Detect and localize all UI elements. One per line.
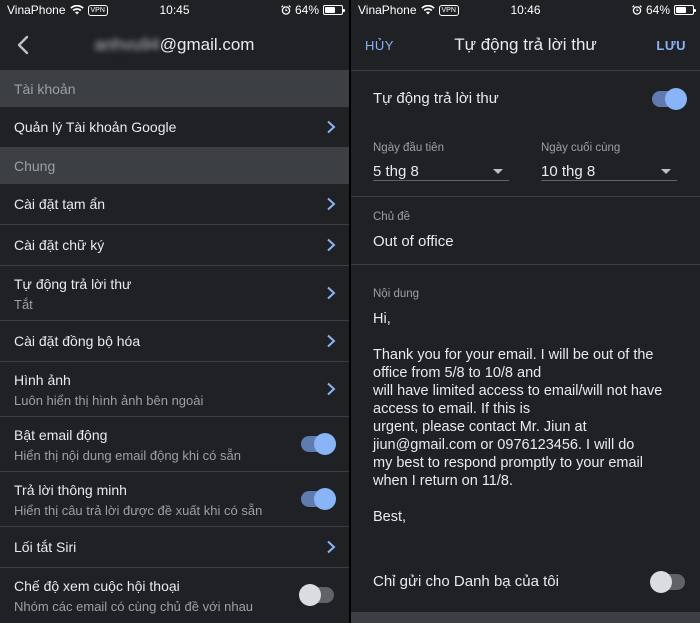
item-title: Cài đặt đồng bộ hóa	[14, 333, 141, 349]
alarm-icon	[281, 5, 291, 15]
contacts-only-toggle[interactable]	[650, 571, 685, 593]
auto-reply-toggle[interactable]	[652, 88, 687, 110]
chevron-right-icon	[327, 120, 336, 134]
body-blank-line	[373, 328, 693, 346]
settings-screen: VinaPhone VPN 10:45 64% anhvu94@gmail.co…	[0, 0, 349, 623]
settings-item-siri-shortcuts[interactable]: Lối tắt Siri	[0, 527, 349, 568]
item-title: Lối tắt Siri	[14, 539, 77, 555]
subject-label: Chủ đề	[373, 211, 411, 223]
contacts-only-label: Chỉ gửi cho Danh bạ của tôi	[373, 573, 559, 590]
last-day-select[interactable]: 10 thg 8	[541, 163, 595, 180]
item-title: Hình ảnh	[14, 372, 71, 388]
email-username-redacted: anhvu94	[94, 35, 160, 54]
status-bar: VinaPhone VPN 10:45 64%	[0, 0, 349, 20]
auto-reply-screen: VinaPhone VPN 10:46 64% HỦY Tự động trả …	[351, 0, 700, 623]
item-subtitle: Tắt	[14, 297, 33, 312]
divider	[351, 196, 700, 197]
smart-reply-toggle[interactable]	[301, 488, 336, 510]
body-field[interactable]: Hi, Thank you for your email. I will be …	[373, 310, 693, 526]
battery-icon	[323, 5, 345, 15]
body-line: urgent, please contact Mr. Jiun at	[373, 419, 587, 435]
body-line: my best to respond promptly to your emai…	[373, 455, 643, 471]
item-title: Trả lời thông minh	[14, 482, 127, 498]
item-title: Quản lý Tài khoản Google	[14, 119, 177, 135]
auto-reply-form: Tự động trả lời thư Ngày đầu tiên 5 thg …	[351, 50, 700, 623]
body-line: office from 5/8 to 10/8 and	[373, 365, 542, 381]
settings-item-auto-reply[interactable]: Tự động trả lời thư Tắt	[0, 266, 349, 321]
settings-item-images[interactable]: Hình ảnh Luôn hiển thị hình ảnh bên ngoà…	[0, 362, 349, 417]
subject-field[interactable]: Out of office	[373, 233, 454, 250]
last-day-underline	[541, 180, 677, 181]
item-subtitle: Nhóm các email có cùng chủ đề với nhau	[14, 599, 254, 614]
item-subtitle: Hiển thị câu trả lời được đề xuất khi có…	[14, 503, 263, 518]
body-line: access to email. If this is	[373, 401, 531, 417]
body-blank-line	[373, 490, 693, 508]
section-account: Tài khoản	[0, 71, 349, 107]
chevron-down-icon	[661, 169, 671, 174]
body-label: Nội dung	[373, 288, 420, 300]
auto-reply-enable-label: Tự động trả lời thư	[373, 90, 499, 107]
conversation-view-toggle[interactable]	[299, 584, 334, 606]
settings-item-sync[interactable]: Cài đặt đồng bộ hóa	[0, 321, 349, 362]
account-email: anhvu94@gmail.com	[0, 35, 349, 55]
item-title: Cài đặt tạm ẩn	[14, 196, 106, 212]
settings-header: anhvu94@gmail.com	[0, 20, 349, 71]
battery-percent: 64%	[294, 3, 319, 17]
settings-item-snooze[interactable]: Cài đặt tạm ẩn	[0, 184, 349, 225]
body-line: jiun@gmail.com or 0976123456. I will do	[373, 437, 635, 453]
item-title: Chế độ xem cuộc hội thoại	[14, 578, 180, 594]
first-day-label: Ngày đầu tiên	[373, 142, 444, 154]
body-line: Best,	[373, 509, 407, 525]
item-subtitle: Luôn hiển thị hình ảnh bên ngoài	[14, 393, 204, 408]
chevron-right-icon	[327, 382, 336, 396]
body-line: Hi,	[373, 311, 391, 327]
bottom-divider	[351, 612, 700, 623]
chevron-right-icon	[327, 286, 336, 300]
last-day-label: Ngày cuối cùng	[541, 142, 621, 154]
item-title: Bật email động	[14, 427, 108, 443]
settings-item-smart-reply: Trả lời thông minh Hiển thị câu trả lời …	[0, 472, 349, 527]
chevron-down-icon	[493, 169, 503, 174]
first-day-underline	[373, 180, 509, 181]
body-line: will have limited access to email/will n…	[373, 383, 663, 399]
body-line: when I return on 11/8.	[373, 473, 513, 489]
settings-item-dynamic-email: Bật email động Hiển thị nội dung email đ…	[0, 417, 349, 472]
settings-item-conversation-view: Chế độ xem cuộc hội thoại Nhóm các email…	[0, 568, 349, 623]
chevron-right-icon	[327, 334, 336, 348]
settings-item-signature[interactable]: Cài đặt chữ ký	[0, 225, 349, 266]
chevron-right-icon	[327, 540, 336, 554]
chevron-right-icon	[327, 197, 336, 211]
item-title: Cài đặt chữ ký	[14, 237, 105, 253]
item-subtitle: Hiển thị nội dung email động khi có sẵn	[14, 448, 241, 463]
settings-item-manage-google-account[interactable]: Quản lý Tài khoản Google	[0, 107, 349, 148]
email-domain: @gmail.com	[159, 35, 255, 54]
dynamic-email-toggle[interactable]	[301, 433, 336, 455]
section-general: Chung	[0, 148, 349, 184]
item-title: Tự động trả lời thư	[14, 276, 132, 292]
chevron-right-icon	[327, 238, 336, 252]
divider	[351, 264, 700, 265]
body-line: Thank you for your email. I will be out …	[373, 347, 654, 363]
first-day-select[interactable]: 5 thg 8	[373, 163, 419, 180]
